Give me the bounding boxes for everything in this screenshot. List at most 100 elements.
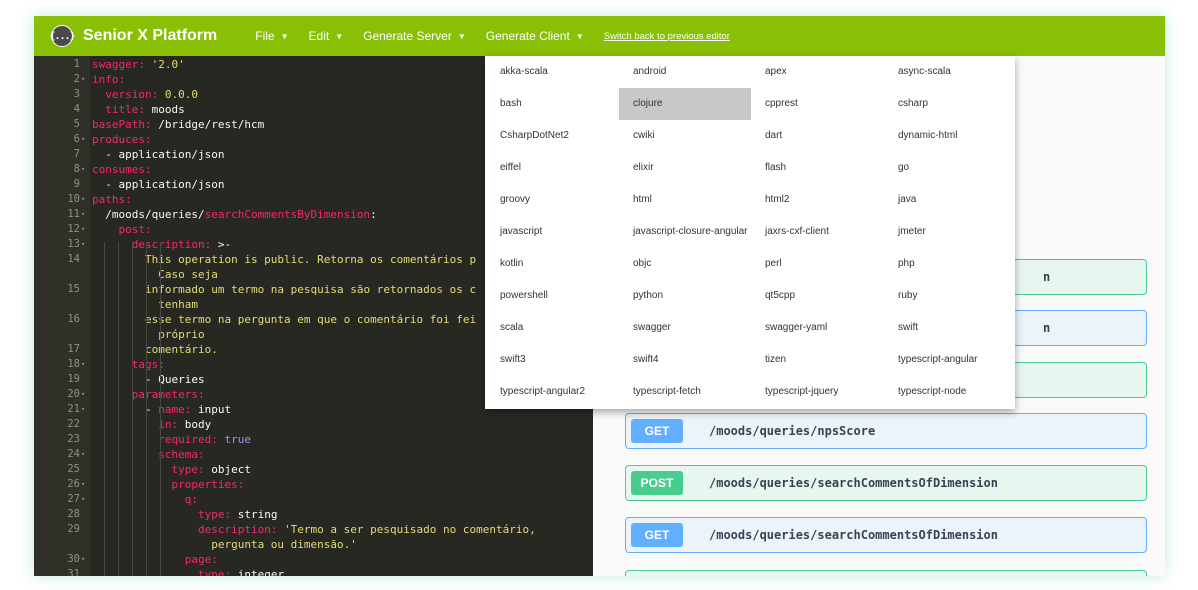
fold-arrow-icon[interactable]: ▾ — [81, 222, 85, 237]
fold-arrow-icon[interactable]: ▾ — [81, 192, 85, 207]
line-number: 19 — [67, 373, 80, 385]
client-option[interactable]: html — [633, 184, 765, 216]
fold-arrow-icon[interactable]: ▾ — [81, 72, 85, 87]
client-option[interactable]: powershell — [500, 280, 632, 312]
menu-generate-client[interactable]: Generate Client ▼ — [486, 29, 584, 43]
client-option[interactable]: elixir — [633, 152, 765, 184]
menu-generate-server[interactable]: Generate Server ▼ — [363, 29, 466, 43]
fold-arrow-icon[interactable]: ▾ — [81, 552, 85, 567]
fold-arrow-icon[interactable]: ▾ — [81, 162, 85, 177]
fold-arrow-icon[interactable]: ▾ — [81, 207, 85, 222]
client-option[interactable]: groovy — [500, 184, 632, 216]
client-option[interactable]: jmeter — [898, 216, 1030, 248]
client-option[interactable]: python — [633, 280, 765, 312]
code-text: version: 0.0.0 — [105, 88, 198, 101]
client-option[interactable]: CsharpDotNet2 — [500, 120, 632, 152]
line-number: 2 — [73, 73, 80, 85]
client-option[interactable]: csharp — [898, 88, 1030, 120]
fold-arrow-icon[interactable]: ▾ — [81, 477, 85, 492]
client-option[interactable]: typescript-node — [898, 376, 1030, 408]
client-option[interactable]: javascript-closure-angular — [633, 216, 765, 248]
fold-arrow-icon[interactable]: ▾ — [81, 387, 85, 402]
client-option[interactable]: cwiki — [633, 120, 765, 152]
client-option[interactable]: tizen — [765, 344, 897, 376]
client-option[interactable]: typescript-angular2 — [500, 376, 632, 408]
code-text: title: moods — [105, 103, 185, 116]
http-method-badge: POST — [631, 471, 683, 495]
menu-file[interactable]: File ▼ — [255, 29, 288, 43]
app-logo[interactable]: {...} Senior X Platform — [49, 25, 218, 47]
client-option[interactable]: qt5cpp — [765, 280, 897, 312]
generate-client-dropdown: akka-scala android apex async-scala bash cloj… — [485, 56, 1015, 409]
client-option[interactable]: javascript — [500, 216, 632, 248]
operation-row[interactable] — [625, 570, 1147, 576]
app-title: Senior X Platform — [83, 27, 218, 44]
line-number: 22 — [67, 418, 80, 430]
line-number: 4 — [73, 103, 80, 115]
client-option[interactable]: android — [633, 56, 765, 88]
client-option[interactable]: jaxrs-cxf-client — [765, 216, 897, 248]
client-option[interactable]: clojure — [619, 88, 751, 120]
line-number: 17 — [67, 343, 80, 355]
client-option[interactable]: typescript-angular — [898, 344, 1030, 376]
menu-file-label: File — [255, 29, 275, 43]
client-option[interactable]: swagger — [633, 312, 765, 344]
client-option[interactable]: php — [898, 248, 1030, 280]
line-number: 7 — [73, 148, 80, 160]
client-option[interactable]: flash — [765, 152, 897, 184]
client-option[interactable]: swagger-yaml — [765, 312, 897, 344]
client-option[interactable]: typescript-jquery — [765, 376, 897, 408]
code-text: tags: — [131, 358, 165, 371]
operation-row[interactable]: GET/moods/queries/searchCommentsOfDimens… — [625, 517, 1147, 553]
client-option[interactable]: html2 — [765, 184, 897, 216]
fold-arrow-icon[interactable]: ▾ — [81, 402, 85, 417]
line-number: 10 — [67, 193, 80, 205]
http-method-badge: GET — [631, 419, 683, 443]
line-number: 15 — [67, 283, 80, 295]
client-option[interactable]: typescript-fetch — [633, 376, 765, 408]
operation-row[interactable]: GET/moods/queries/npsScore — [625, 413, 1147, 449]
code-text: schema: — [158, 448, 205, 461]
fold-arrow-icon[interactable]: ▾ — [81, 357, 85, 372]
client-option[interactable]: scala — [500, 312, 632, 344]
code-text: swagger: '2.0' — [92, 58, 185, 71]
menu-edit-label: Edit — [308, 29, 330, 43]
client-option[interactable]: apex — [765, 56, 897, 88]
client-option[interactable]: akka-scala — [500, 56, 632, 88]
fold-arrow-icon[interactable]: ▾ — [81, 132, 85, 147]
code-text: type: object — [171, 463, 251, 476]
code-text: post: — [118, 223, 152, 236]
fold-arrow-icon[interactable]: ▾ — [81, 447, 85, 462]
client-option[interactable]: dart — [765, 120, 897, 152]
menu-generate-server-label: Generate Server — [363, 29, 452, 43]
top-bar: {...} Senior X Platform File ▼ Edit ▼ Ge… — [34, 16, 1165, 56]
client-option[interactable]: async-scala — [898, 56, 1030, 88]
client-option[interactable]: ruby — [898, 280, 1030, 312]
client-option[interactable]: go — [898, 152, 1030, 184]
client-option[interactable]: objc — [633, 248, 765, 280]
line-number: 24 — [67, 448, 80, 460]
line-number: 30 — [67, 553, 80, 565]
client-option[interactable]: java — [898, 184, 1030, 216]
indent-guide — [118, 242, 119, 576]
operation-row[interactable]: POST/moods/queries/searchCommentsOfDimen… — [625, 465, 1147, 501]
client-option[interactable]: swift3 — [500, 344, 632, 376]
client-option[interactable]: dynamic-html — [898, 120, 1030, 152]
switch-editor-link[interactable]: Switch back to previous editor — [604, 31, 730, 42]
client-option[interactable]: bash — [500, 88, 632, 120]
fold-arrow-icon[interactable]: ▾ — [81, 492, 85, 507]
client-option[interactable]: kotlin — [500, 248, 632, 280]
code-text: informado um termo na pesquisa são retor… — [92, 283, 477, 296]
client-option[interactable]: eiffel — [500, 152, 632, 184]
client-option[interactable]: cpprest — [765, 88, 897, 120]
line-number: 1 — [73, 58, 80, 70]
menu-edit[interactable]: Edit ▼ — [309, 29, 344, 43]
client-option[interactable]: swift — [898, 312, 1030, 344]
client-option[interactable]: swift4 — [633, 344, 765, 376]
code-text: - Queries — [92, 373, 205, 386]
code-text: description: >- — [131, 238, 232, 251]
line-number: 11 — [67, 208, 80, 220]
line-number: 8 — [73, 163, 80, 175]
fold-arrow-icon[interactable]: ▾ — [81, 237, 85, 252]
client-option[interactable]: perl — [765, 248, 897, 280]
